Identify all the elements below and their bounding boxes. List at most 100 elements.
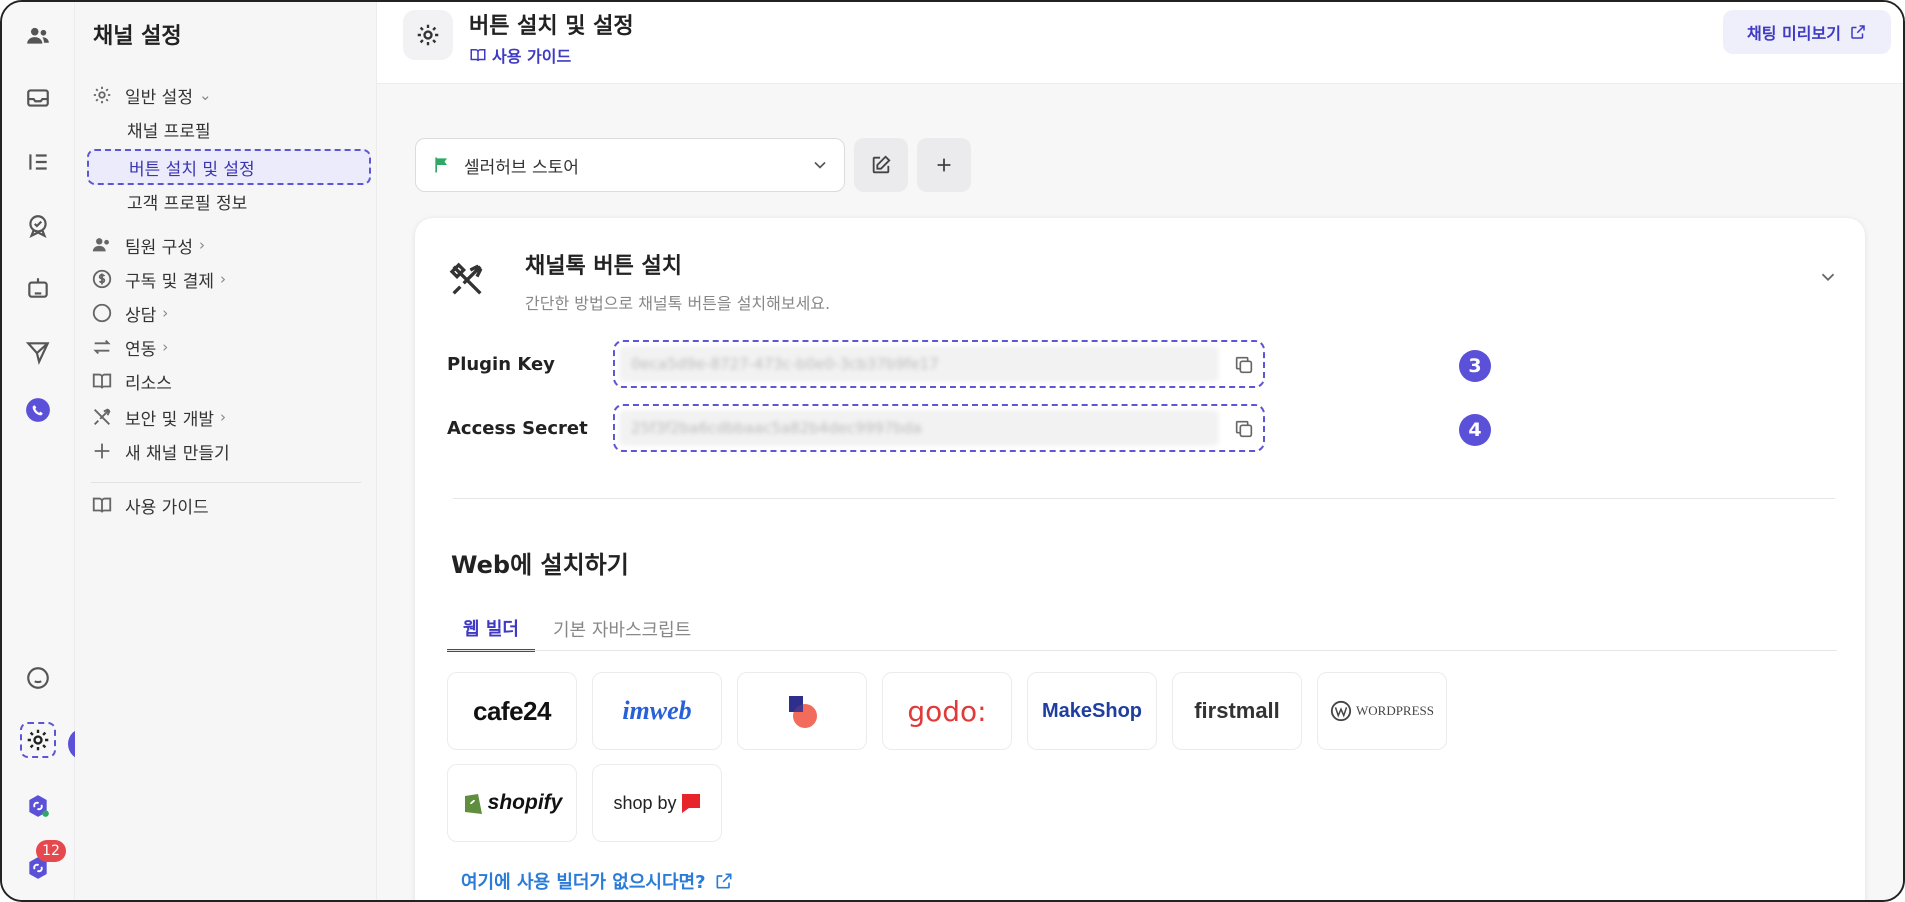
shopify-icon [464, 794, 482, 814]
builder-firstmall[interactable]: firstmall [1172, 672, 1302, 750]
callout-3: 3 [1459, 350, 1491, 382]
channel-selector[interactable]: 셀러허브 스토어 [415, 138, 845, 192]
chevron-down-icon: ⌄ [198, 86, 212, 104]
nav-integration-label: 연동 [125, 339, 157, 360]
nav-resources-label: 리소스 [125, 373, 172, 394]
team-icon [92, 238, 109, 252]
top-bar: 버튼 설치 및 설정 사용 가이드 채팅 미리보기 [377, 2, 1903, 84]
workspace-icon[interactable] [20, 788, 56, 824]
tab-javascript[interactable]: 기본 자바스크립트 [553, 606, 691, 652]
call-icon[interactable] [20, 392, 56, 428]
nav-guide-label: 사용 가이드 [125, 497, 209, 518]
plus-icon [94, 443, 110, 459]
guide-link[interactable]: 사용 가이드 [469, 43, 571, 67]
builder-makeshop[interactable]: MakeShop [1027, 672, 1157, 750]
callout-4: 4 [1459, 414, 1491, 446]
shopby-flag-icon [681, 794, 700, 813]
settings-nav: 채널 설정 일반 설정 ⌄ 채널 프로필 버튼 설치 및 설정 고객 프로필 정… [75, 2, 377, 900]
plugin-key-field[interactable]: 0eca5d9e-8727-473c-b0e0-3cb37b9fe17 [619, 346, 1219, 382]
chat-preview-label: 채팅 미리보기 [1747, 24, 1841, 43]
nav-title: 채널 설정 [93, 24, 182, 49]
page-gear-icon [403, 10, 453, 60]
wordpress-icon [1330, 700, 1352, 722]
install-card: 채널톡 버튼 설치 간단한 방법으로 채널톡 버튼을 설치해보세요. Plugi… [415, 218, 1865, 900]
nav-channel-profile[interactable]: 채널 프로필 [127, 114, 211, 144]
shopby-logo: shop by [613, 792, 677, 813]
more-builders-link[interactable]: 여기에 사용 빌더가 없으시다면? [461, 868, 734, 894]
external-link-icon [1851, 25, 1865, 39]
builder-wordpress[interactable]: WordPress [1317, 672, 1447, 750]
nav-guide[interactable]: 사용 가이드 [91, 490, 209, 520]
copy-icon[interactable] [1233, 354, 1255, 376]
badge-icon[interactable] [20, 208, 56, 244]
tools-icon [94, 408, 111, 425]
access-secret-label: Access Secret [447, 418, 588, 439]
channel-selector-value: 셀러허브 스토어 [464, 157, 579, 178]
nav-security[interactable]: 보안 및 개발 › [91, 402, 226, 432]
tools-icon [449, 262, 483, 295]
builder-imweb[interactable]: imweb [592, 672, 722, 750]
imweb-logo: imweb [622, 696, 692, 725]
builder-logo-icon [789, 696, 817, 728]
builder-third[interactable] [737, 672, 867, 750]
nav-team-label: 팀원 구성 [125, 237, 193, 258]
gear-icon [93, 86, 111, 104]
nav-new-channel[interactable]: 새 채널 만들기 [91, 436, 230, 466]
nav-team[interactable]: 팀원 구성 › [91, 230, 205, 260]
wordpress-logo: WordPress [1355, 703, 1435, 718]
builder-cafe24[interactable]: cafe24 [447, 672, 577, 750]
builder-shopify[interactable]: shopify [447, 764, 577, 842]
bot-icon[interactable] [20, 270, 56, 306]
nav-consult[interactable]: 상담 › [91, 298, 168, 328]
chevron-right-icon: › [220, 408, 227, 426]
plugin-key-label: Plugin Key [447, 354, 555, 375]
contacts-icon[interactable] [20, 18, 56, 54]
chevron-right-icon: › [162, 304, 169, 322]
external-link-icon [716, 873, 732, 889]
icon-rail: 12 [2, 2, 75, 900]
inbox-icon[interactable] [20, 80, 56, 116]
tab-underline [447, 650, 1837, 651]
plugin-key-box: 0eca5d9e-8727-473c-b0e0-3cb37b9fe17 [613, 340, 1265, 388]
more-builders-label: 여기에 사용 빌더가 없으시다면? [461, 872, 706, 893]
nav-customer-profile[interactable]: 고객 프로필 정보 [127, 186, 247, 216]
send-icon[interactable] [20, 334, 56, 370]
firstmall-logo: firstmall [1194, 698, 1280, 723]
edit-channel-button[interactable] [854, 138, 908, 192]
nav-resources[interactable]: 리소스 [91, 366, 172, 396]
app-window: 12 1 채널 설정 일반 설정 ⌄ 채널 프로필 버튼 설치 및 설정 고객 … [0, 0, 1905, 902]
dollar-icon [92, 269, 112, 289]
access-secret-field[interactable]: 25f3f2ba6cdbbaac5a82b4dec9997bda [619, 410, 1219, 446]
collapse-chevron-icon[interactable] [1817, 266, 1839, 288]
settings-icon[interactable] [20, 722, 56, 758]
builder-godo[interactable]: godo: [882, 672, 1012, 750]
nav-integration[interactable]: 연동 › [91, 332, 168, 362]
builder-shopby[interactable]: shop by [592, 764, 722, 842]
nav-general[interactable]: 일반 설정 ⌄ [91, 80, 212, 110]
list-icon[interactable] [20, 144, 56, 180]
tab-web-builder[interactable]: 웹 빌더 [447, 606, 535, 652]
nav-new-channel-label: 새 채널 만들기 [125, 443, 230, 464]
chevron-right-icon: › [220, 270, 227, 288]
nav-billing[interactable]: 구독 및 결제 › [91, 264, 226, 294]
page-title: 버튼 설치 및 설정 [469, 14, 634, 39]
swap-icon [93, 339, 111, 355]
chevron-right-icon: › [198, 236, 205, 254]
main-content: 버튼 설치 및 설정 사용 가이드 채팅 미리보기 셀러허브 스토어 채널톡 버… [377, 2, 1903, 900]
add-channel-button[interactable] [917, 138, 971, 192]
chat-bubble-icon [92, 303, 112, 323]
nav-general-label: 일반 설정 [125, 87, 193, 108]
makeshop-logo: MakeShop [1041, 699, 1143, 722]
book-icon [470, 49, 486, 62]
section-divider [453, 498, 1835, 499]
book-icon [92, 497, 112, 513]
nav-button-settings[interactable]: 버튼 설치 및 설정 [87, 149, 371, 185]
book-icon [92, 373, 112, 389]
nav-consult-label: 상담 [125, 305, 157, 326]
nav-divider [91, 482, 361, 483]
chat-face-icon[interactable] [20, 660, 56, 696]
shopify-logo: shopify [487, 791, 563, 814]
chat-preview-button[interactable]: 채팅 미리보기 [1723, 10, 1891, 54]
copy-icon[interactable] [1233, 418, 1255, 440]
access-secret-box: 25f3f2ba6cdbbaac5a82b4dec9997bda [613, 404, 1265, 452]
